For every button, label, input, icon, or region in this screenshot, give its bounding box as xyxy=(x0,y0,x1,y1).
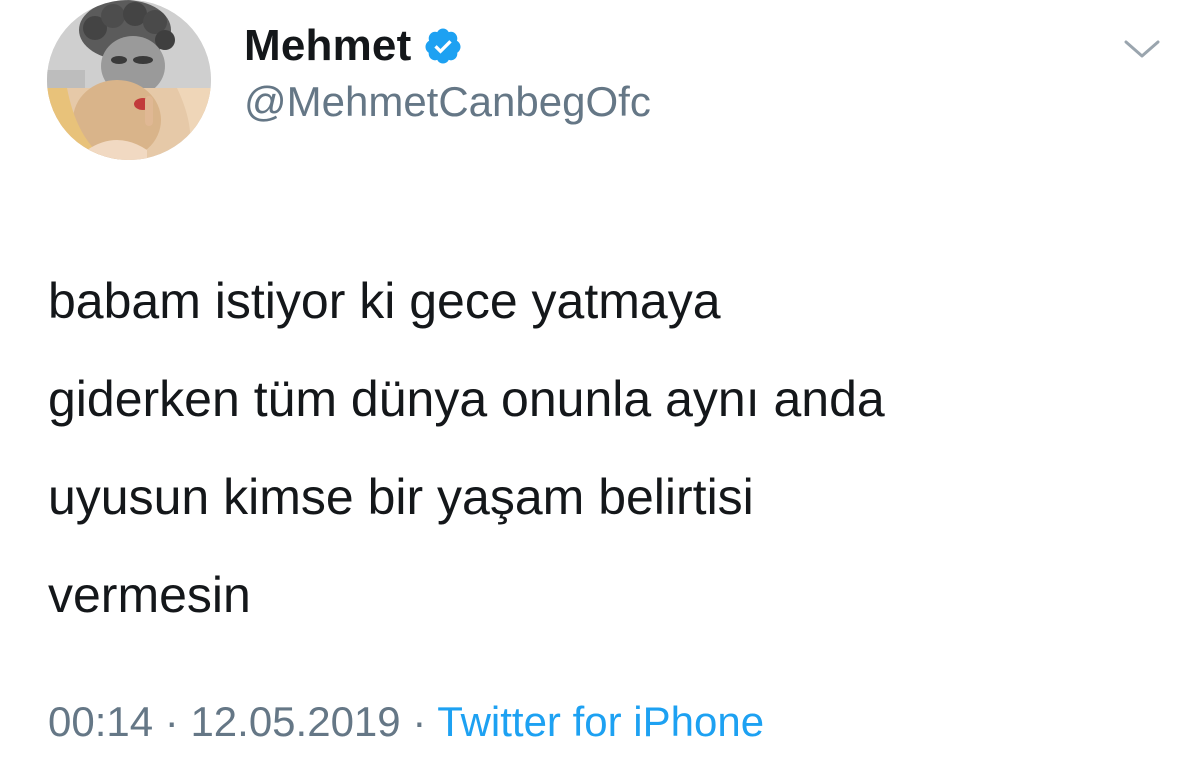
tweet-meta: 00:14 · 12.05.2019 · Twitter for iPhone xyxy=(48,698,764,746)
meta-separator: · xyxy=(153,698,191,745)
chevron-down-icon[interactable] xyxy=(1120,34,1164,64)
display-name[interactable]: Mehmet xyxy=(244,21,411,71)
tweet-time: 00:14 xyxy=(48,698,154,745)
avatar-image xyxy=(47,0,211,160)
tweet-card: Mehmet @MehmetCanbegOfc babam istiyor ki… xyxy=(0,0,1200,776)
avatar[interactable] xyxy=(47,0,211,160)
verified-badge-icon xyxy=(423,26,463,66)
meta-separator-2: · xyxy=(400,698,438,745)
tweet-date: 12.05.2019 xyxy=(190,698,401,745)
user-handle[interactable]: @MehmetCanbegOfc xyxy=(244,78,651,126)
tweet-source-link[interactable]: Twitter for iPhone xyxy=(437,698,764,745)
name-row: Mehmet xyxy=(244,18,463,74)
tweet-text: babam istiyor ki gece yatmaya giderken t… xyxy=(48,273,885,623)
